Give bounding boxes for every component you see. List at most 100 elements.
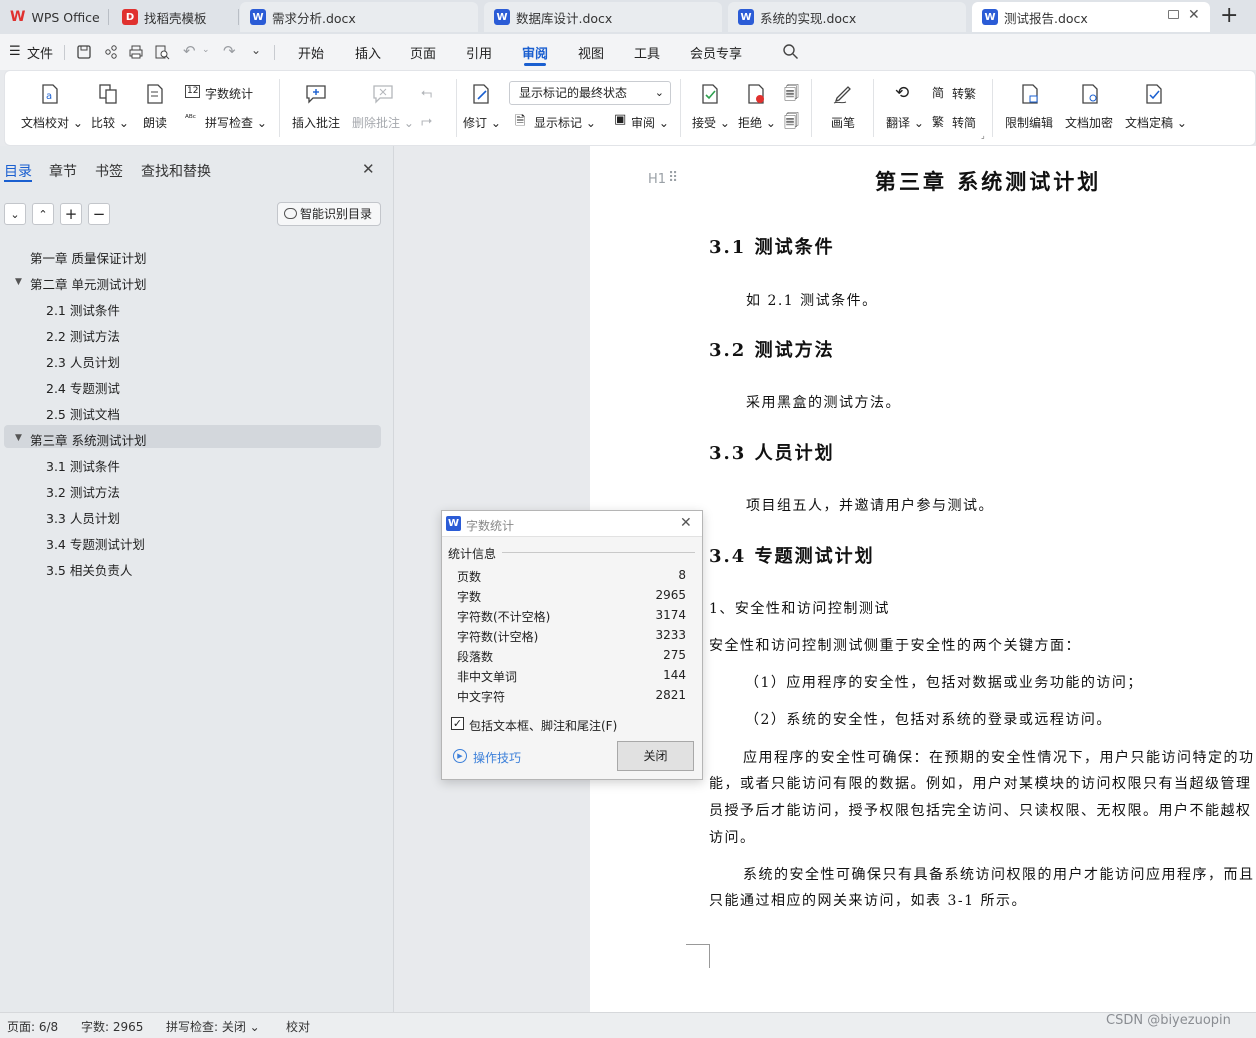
doc-proofread-button[interactable]: 文档校对 ⌄ [21,114,83,131]
finalize-button[interactable]: 文档定稿 ⌄ [1125,114,1187,131]
reject-button[interactable]: 拒绝 ⌄ [738,114,776,131]
collapse-all-button[interactable]: ⌄ [4,203,26,225]
menu-review[interactable]: 审阅 [522,43,548,62]
expand-triangle-icon[interactable]: ▼ [15,433,22,443]
reject-icon [748,84,764,104]
menu-page[interactable]: 页面 [410,43,436,62]
menu-home[interactable]: 开始 [298,43,324,62]
accept-icon [702,84,718,104]
save-icon[interactable] [76,44,92,60]
chevron-down-icon: ⌄ [10,207,20,221]
menu-insert[interactable]: 插入 [355,43,381,62]
tab-implementation-doc[interactable]: W 系统的实现.docx [728,2,966,32]
status-bar: 页面: 6/8 字数: 2965 拼写检查: 关闭 ⌄ 校对 CSDN @biy… [0,1012,1256,1038]
spell-check-button[interactable]: 拼写检查 ⌄ [205,114,267,131]
remove-heading-button[interactable]: − [88,203,110,225]
expand-triangle-icon[interactable]: ▼ [15,277,22,287]
encrypt-button[interactable]: 文档加密 [1065,114,1113,131]
more-dropdown-icon[interactable]: ⌄ [251,43,261,57]
tab-toc[interactable]: 目录 [4,161,32,181]
tab-chapters[interactable]: 章节 [49,161,77,181]
review-pane-button[interactable]: 审阅 ⌄ [631,114,669,131]
redo-icon[interactable]: ↷ [223,42,236,60]
word-count-dialog: W 字数统计 ✕ 统计信息 页数 8 字数 2965 字符数(不计空格) 317… [441,510,703,780]
word-doc-icon: W [738,9,754,25]
heading-level-marker[interactable]: H1 [648,172,666,187]
new-tab-plus-icon[interactable]: + [1220,3,1238,28]
word-doc-icon: W [982,9,998,25]
share-icon[interactable] [103,44,119,60]
word-count-indicator[interactable]: 字数: 2965 [81,1018,143,1035]
close-button[interactable]: 关闭 [617,741,694,771]
prev-comment-icon[interactable]: ⮢ [421,85,432,101]
compare-button[interactable]: 比较 ⌄ [91,114,129,131]
active-menu-underline [524,63,546,66]
svg-text:a: a [46,91,52,102]
track-changes-button[interactable]: 修订 ⌄ [463,114,501,131]
show-markup-button[interactable]: 显示标记 ⌄ [534,114,596,131]
tab-wps-office[interactable]: W WPS Office [0,2,105,32]
dialog-launcher-icon[interactable]: ⌟ [981,131,985,140]
add-heading-button[interactable]: + [60,203,82,225]
spell-check-status[interactable]: 拼写检查: 关闭 ⌄ [166,1018,260,1035]
prev-change-icon[interactable]: 🗐 [784,83,799,108]
smart-toc-button[interactable]: 智能识别目录 [277,202,381,226]
close-pane-icon[interactable]: ✕ [362,160,375,178]
accept-button[interactable]: 接受 ⌄ [692,114,730,131]
tab-docer[interactable]: D 找稻壳模板 [112,2,234,32]
search-icon[interactable] [782,43,799,60]
page-indicator[interactable]: 页面: 6/8 [7,1018,58,1035]
paragraph: 项目组五人，并邀请用户参与测试。 [746,498,994,514]
tab-test-report-doc[interactable]: W 测试报告.docx ✕ [972,2,1210,32]
menu-reference[interactable]: 引用 [466,43,492,62]
tab-label: 数据库设计.docx [516,10,613,26]
paragraph: 系统的安全性可确保只有具备系统访问权限的用户才能访问应用程序，而且 [743,867,1255,883]
next-change-icon[interactable]: 🗐 [784,111,799,136]
undo-dropdown-icon[interactable]: ⌄ [202,45,210,55]
spell-check-icon: ᴬᴮᶜ [185,114,197,124]
close-tab-icon[interactable]: ✕ [1188,7,1200,23]
next-comment-icon[interactable]: ⮣ [421,113,432,129]
tab-bookmarks[interactable]: 书签 [95,161,123,181]
move-up-button[interactable]: ⌃ [32,203,54,225]
drag-handle-icon[interactable]: ⠿ [668,170,678,186]
print-icon[interactable] [128,44,144,60]
dialog-close-icon[interactable]: ✕ [680,515,692,531]
menu-view[interactable]: 视图 [578,43,604,62]
to-simplified-button[interactable]: 转简 [952,114,976,131]
translate-button[interactable]: 翻译 ⌄ [886,114,924,131]
tab-requirements-doc[interactable]: W 需求分析.docx [240,2,478,32]
undo-icon[interactable]: ↶ [183,42,196,60]
read-aloud-button[interactable]: 朗读 [143,114,167,131]
finalize-icon [1146,84,1162,104]
menu-file[interactable]: 文件 [27,43,53,62]
stat-value: 2821 [655,688,686,702]
include-textbox-checkbox[interactable]: ✓ [451,717,464,730]
insert-comment-button[interactable]: 插入批注 [292,114,340,131]
word-doc-icon: W [446,516,461,531]
menu-member[interactable]: 会员专享 [690,43,742,62]
word-doc-icon: W [494,9,510,25]
pen-button[interactable]: 画笔 [831,114,855,131]
proof-status[interactable]: 校对 [286,1018,310,1035]
word-count-button[interactable]: 字数统计 [205,85,253,102]
chapter-title: 第三章 系统测试计划 [875,169,1102,194]
paragraph: 能，或者只能访问有限的数据。例如，用户对某模块的访问权限只有当超级管理 [709,776,1252,792]
stat-label: 页数 [457,570,482,584]
hamburger-icon[interactable]: ☰ [9,44,21,59]
restore-window-icon[interactable] [1168,10,1179,19]
delete-comment-button[interactable]: 删除批注 ⌄ [352,114,414,131]
markup-state-select[interactable]: 显示标记的最终状态 ⌄ [509,81,671,105]
restrict-edit-button[interactable]: 限制编辑 [1005,114,1053,131]
tips-link[interactable]: 操作技巧 [473,749,521,766]
tips-play-icon[interactable]: ▶ [453,749,467,763]
print-preview-icon[interactable] [154,44,170,60]
menu-tools[interactable]: 工具 [634,43,660,62]
to-traditional-button[interactable]: 转繁 [952,85,976,102]
tab-database-doc[interactable]: W 数据库设计.docx [484,2,722,32]
tab-find-replace[interactable]: 查找和替换 [141,161,211,181]
compare-icon [99,84,117,104]
include-textbox-label[interactable]: 包括文本框、脚注和尾注(F) [469,717,617,734]
delete-comment-icon [373,85,393,104]
word-count-icon: 12 [185,85,201,98]
